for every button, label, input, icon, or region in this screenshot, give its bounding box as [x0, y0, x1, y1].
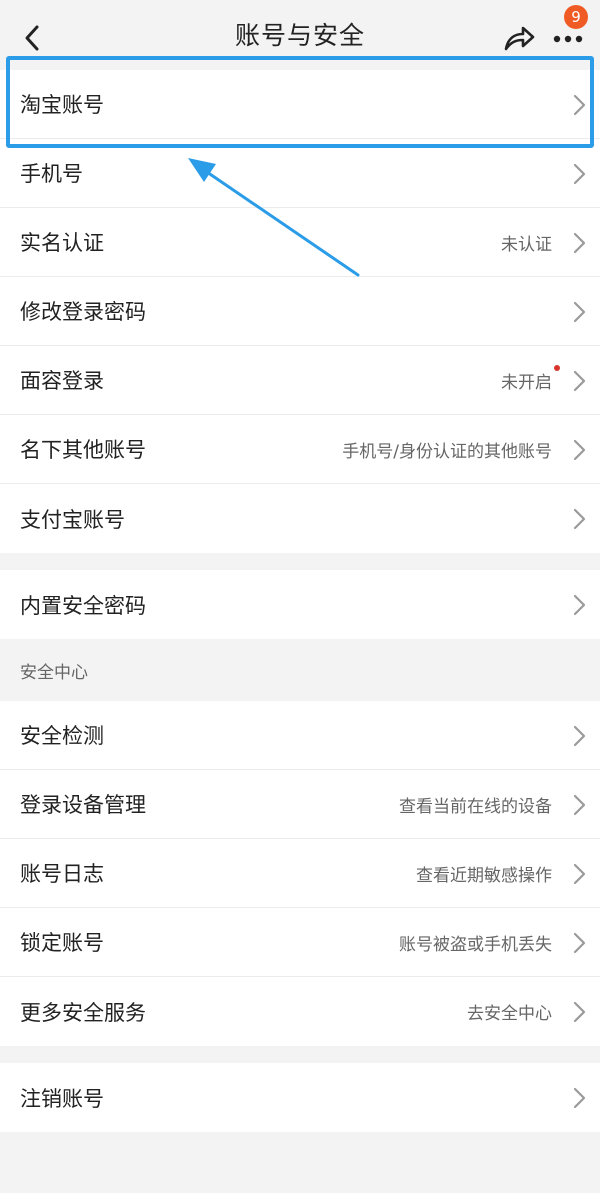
chevron-right-icon	[573, 725, 586, 747]
row-value: 查看近期敏感操作	[416, 865, 552, 886]
chevron-right-icon	[573, 232, 586, 254]
section-divider	[0, 1046, 600, 1063]
section-heading-security-center: 安全中心	[0, 639, 600, 701]
row-label: 手机号	[20, 162, 83, 186]
row-label: 修改登录密码	[20, 300, 146, 324]
row-label: 账号日志	[20, 862, 104, 886]
chevron-right-icon	[573, 794, 586, 816]
chevron-right-icon	[573, 163, 586, 185]
row-label: 更多安全服务	[20, 1000, 146, 1025]
row-face-login[interactable]: 面容登录 未开启	[0, 346, 600, 415]
row-label: 淘宝账号	[20, 93, 104, 117]
notice-dot	[554, 365, 560, 371]
more-dots-icon	[553, 35, 583, 43]
chevron-right-icon	[573, 301, 586, 323]
row-label: 安全检测	[20, 724, 104, 748]
more-button[interactable]	[550, 24, 586, 54]
chevron-right-icon	[573, 439, 586, 461]
row-label: 面容登录	[20, 369, 104, 393]
row-label: 注销账号	[20, 1086, 104, 1111]
row-value: 查看当前在线的设备	[399, 796, 552, 817]
row-real-name-verification[interactable]: 实名认证 未认证	[0, 208, 600, 277]
row-value: 未认证	[501, 234, 552, 255]
row-value: 去安全中心	[467, 1004, 552, 1024]
chevron-right-icon	[573, 1001, 586, 1023]
back-button[interactable]	[14, 20, 50, 56]
chevron-right-icon	[573, 594, 586, 616]
row-account-log[interactable]: 账号日志 查看近期敏感操作	[0, 839, 600, 908]
chevron-left-icon	[25, 25, 39, 51]
share-icon	[504, 26, 535, 51]
chevron-right-icon	[573, 508, 586, 530]
cancel-group: 注销账号	[0, 1063, 600, 1132]
row-taobao-account[interactable]: 淘宝账号	[0, 70, 600, 139]
row-lock-account[interactable]: 锁定账号 账号被盗或手机丢失	[0, 908, 600, 977]
section-divider	[0, 553, 600, 570]
nav-bar: 账号与安全 9	[0, 0, 600, 70]
row-value: 账号被盗或手机丢失	[399, 934, 552, 955]
row-label: 名下其他账号	[20, 438, 146, 462]
row-change-login-password[interactable]: 修改登录密码	[0, 277, 600, 346]
row-label: 实名认证	[20, 231, 104, 255]
row-alipay-account[interactable]: 支付宝账号	[0, 484, 600, 553]
row-label: 登录设备管理	[20, 793, 146, 817]
row-more-security-services[interactable]: 更多安全服务 去安全中心	[0, 977, 600, 1046]
chevron-right-icon	[573, 932, 586, 954]
row-phone-number[interactable]: 手机号	[0, 139, 600, 208]
row-builtin-security-password[interactable]: 内置安全密码	[0, 570, 600, 639]
chevron-right-icon	[573, 863, 586, 885]
account-group: 淘宝账号 手机号 实名认证 未认证 修改登录密码 面容登录 未开启 名下其他账号…	[0, 70, 600, 553]
share-button[interactable]	[500, 20, 538, 56]
row-security-check[interactable]: 安全检测	[0, 701, 600, 770]
security-center-group: 安全检测 登录设备管理 查看当前在线的设备 账号日志 查看近期敏感操作 锁定账号…	[0, 701, 600, 1046]
row-value: 未开启	[501, 372, 552, 393]
row-login-device-management[interactable]: 登录设备管理 查看当前在线的设备	[0, 770, 600, 839]
chevron-right-icon	[573, 94, 586, 116]
row-cancel-account[interactable]: 注销账号	[0, 1063, 600, 1132]
password-group: 内置安全密码	[0, 570, 600, 639]
row-label: 内置安全密码	[20, 593, 146, 618]
row-value: 手机号/身份认证的其他账号	[342, 441, 552, 462]
row-label: 锁定账号	[20, 931, 104, 955]
chevron-right-icon	[573, 1087, 586, 1109]
page-title: 账号与安全	[234, 21, 365, 50]
chevron-right-icon	[573, 370, 586, 392]
row-other-accounts[interactable]: 名下其他账号 手机号/身份认证的其他账号	[0, 415, 600, 484]
notification-badge: 9	[564, 5, 588, 29]
row-label: 支付宝账号	[20, 507, 125, 532]
